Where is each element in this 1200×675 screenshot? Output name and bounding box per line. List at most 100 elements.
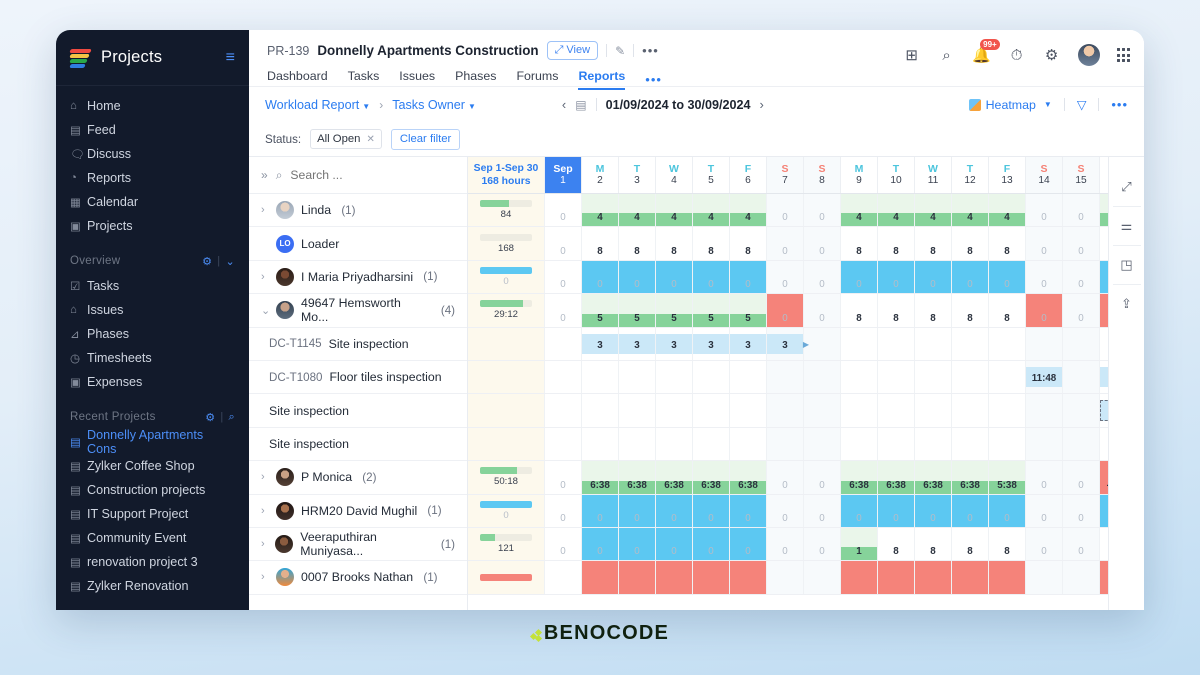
workload-cell[interactable] bbox=[729, 394, 766, 427]
workload-cell[interactable]: 4 bbox=[951, 194, 988, 227]
workload-cell[interactable]: 8 bbox=[988, 227, 1025, 260]
workload-cell[interactable]: 0 bbox=[803, 527, 840, 561]
add-icon[interactable]: ⊞ bbox=[903, 46, 921, 64]
workload-cell[interactable] bbox=[618, 561, 655, 594]
workload-cell[interactable]: 4 bbox=[729, 194, 766, 227]
workload-cell[interactable]: 8 bbox=[618, 227, 655, 260]
workload-cell[interactable] bbox=[692, 360, 729, 394]
workload-cell[interactable]: 8 bbox=[877, 294, 914, 327]
calendar-icon[interactable]: ▤ bbox=[575, 98, 586, 112]
workload-cell[interactable] bbox=[729, 561, 766, 594]
workload-cell[interactable]: 0 bbox=[766, 227, 803, 260]
pin-icon[interactable]: ✎ bbox=[615, 44, 625, 58]
workload-cell[interactable] bbox=[766, 561, 803, 594]
workload-cell[interactable]: 3 ▶ bbox=[766, 327, 809, 360]
sidebar-item-feed[interactable]: ▤ Feed bbox=[56, 118, 249, 142]
workload-cell[interactable]: -3 bbox=[1099, 294, 1108, 327]
workload-cell[interactable] bbox=[1025, 427, 1062, 461]
workload-cell[interactable]: 3 bbox=[618, 327, 655, 360]
sidebar-item-expenses[interactable]: ▣ Expenses bbox=[56, 370, 249, 394]
workload-cell[interactable] bbox=[655, 394, 692, 427]
workload-cell[interactable]: 0 bbox=[803, 461, 840, 494]
workload-cell[interactable] bbox=[988, 360, 1025, 394]
workload-cell[interactable] bbox=[840, 427, 877, 461]
task-row-label[interactable]: Site inspection bbox=[249, 428, 467, 462]
workload-cell[interactable]: 8 bbox=[1099, 227, 1108, 260]
workload-cell[interactable] bbox=[914, 360, 951, 394]
owner-row-label[interactable]: › Veeraputhiran Muniyasa... (1) bbox=[249, 528, 467, 562]
workload-cell[interactable]: 8 bbox=[840, 227, 877, 260]
workload-cell[interactable]: 0 bbox=[544, 494, 581, 527]
workload-cell[interactable]: 0 bbox=[803, 494, 840, 527]
close-icon[interactable]: ✕ bbox=[366, 134, 374, 145]
user-avatar[interactable] bbox=[1077, 44, 1100, 66]
sidebar-project-it-support[interactable]: ▤ IT Support Project bbox=[56, 502, 249, 526]
workload-cell[interactable]: 0 bbox=[1062, 527, 1099, 561]
workload-cell[interactable] bbox=[655, 360, 692, 394]
workload-cell[interactable]: 6:38 bbox=[877, 461, 914, 494]
workload-cell[interactable] bbox=[1062, 327, 1099, 360]
workload-cell[interactable]: 0 bbox=[692, 494, 729, 527]
workload-cell[interactable]: 0 bbox=[618, 494, 655, 527]
chevron-right-icon[interactable]: › bbox=[261, 571, 269, 583]
sidebar-project-zylker-coffee[interactable]: ▤ Zylker Coffee Shop bbox=[56, 454, 249, 478]
workload-cell[interactable]: 4 bbox=[655, 194, 692, 227]
workload-cell[interactable]: 0 bbox=[766, 461, 803, 494]
workload-cell[interactable] bbox=[988, 427, 1025, 461]
workload-cell[interactable]: 0 bbox=[914, 494, 951, 527]
export-icon[interactable]: ⇪ bbox=[1112, 284, 1141, 323]
workload-cell[interactable]: 0 bbox=[692, 260, 729, 294]
workload-cell[interactable]: 4 bbox=[914, 194, 951, 227]
workload-cell[interactable]: 8 bbox=[877, 527, 914, 561]
task-row-label[interactable]: Site inspection bbox=[249, 394, 467, 428]
workload-cell[interactable]: 0 bbox=[951, 260, 988, 294]
workload-cell[interactable]: 0 bbox=[803, 227, 840, 260]
workload-cell[interactable]: 0 bbox=[729, 260, 766, 294]
sidebar-project-community-event[interactable]: ▤ Community Event bbox=[56, 526, 249, 550]
sidebar-project-zylker-renovation[interactable]: ▤ Zylker Renovation bbox=[56, 574, 249, 598]
chevron-right-icon[interactable]: › bbox=[261, 538, 268, 550]
workload-cell[interactable]: 0 bbox=[655, 260, 692, 294]
filter-icon[interactable]: ▽ bbox=[1077, 97, 1087, 112]
grid-scroll-area[interactable]: Sep 1-Sep 30 168 hours Sep 1 M 2 T 3 W 4 T 5 F 6 S 7 S… bbox=[468, 157, 1108, 610]
recent-search-icon[interactable]: ⌕ bbox=[229, 411, 235, 424]
workload-cell[interactable]: 0 bbox=[544, 527, 581, 561]
workload-cell[interactable]: 0 bbox=[914, 260, 951, 294]
prev-period-button[interactable]: ‹ bbox=[562, 97, 566, 112]
sidebar-item-home[interactable]: ⌂ Home bbox=[56, 94, 249, 118]
chevron-right-icon[interactable]: › bbox=[261, 505, 269, 517]
workload-cell[interactable]: 0 bbox=[692, 527, 729, 561]
workload-cell[interactable]: 8 bbox=[692, 227, 729, 260]
sidebar-item-calendar[interactable]: ▦ Calendar bbox=[56, 190, 249, 214]
owner-row-label[interactable]: › Linda (1) bbox=[249, 194, 467, 228]
workload-cell[interactable]: 0 bbox=[1062, 227, 1099, 260]
expand-icon[interactable]: ⤢ bbox=[1113, 167, 1141, 206]
workload-cell[interactable]: -1:22 bbox=[1099, 461, 1108, 494]
workload-cell[interactable]: 0 bbox=[544, 194, 581, 227]
workload-cell[interactable]: 0 bbox=[618, 260, 655, 294]
workload-cell[interactable]: 8 bbox=[877, 227, 914, 260]
workload-cell[interactable]: 0 bbox=[729, 527, 766, 561]
overview-gear-icon[interactable]: ⚙ bbox=[202, 255, 212, 268]
workload-cell[interactable] bbox=[581, 427, 618, 461]
sidebar-item-timesheets[interactable]: ◷ Timesheets bbox=[56, 346, 249, 370]
workload-cell[interactable]: 6:38 bbox=[914, 461, 951, 494]
workload-cell[interactable]: 8 bbox=[988, 294, 1025, 327]
workload-cell[interactable] bbox=[655, 561, 692, 594]
owner-row-label[interactable]: › P Monica (2) bbox=[249, 461, 467, 495]
workload-cell[interactable]: 0 bbox=[581, 527, 618, 561]
sidebar-item-reports[interactable]: ◔ Reports bbox=[56, 166, 249, 190]
workload-cell[interactable] bbox=[544, 561, 581, 594]
workload-cell[interactable] bbox=[766, 394, 803, 427]
workload-cell[interactable]: 3 bbox=[692, 327, 729, 360]
workload-cell[interactable]: 0 bbox=[766, 527, 803, 561]
collapse-panel-icon[interactable]: » bbox=[261, 168, 268, 182]
task-row-label[interactable]: DC-T1145 Site inspection bbox=[249, 328, 467, 361]
workload-cell[interactable]: 3 bbox=[1099, 394, 1108, 427]
workload-cell[interactable]: 0 bbox=[877, 494, 914, 527]
chevron-right-icon[interactable]: › bbox=[261, 271, 269, 283]
sidebar-item-projects[interactable]: ▣ Projects bbox=[56, 214, 249, 238]
workload-cell[interactable]: 5:38 bbox=[988, 461, 1025, 494]
workload-cell[interactable] bbox=[803, 561, 840, 594]
workload-cell[interactable]: 0 bbox=[988, 260, 1025, 294]
